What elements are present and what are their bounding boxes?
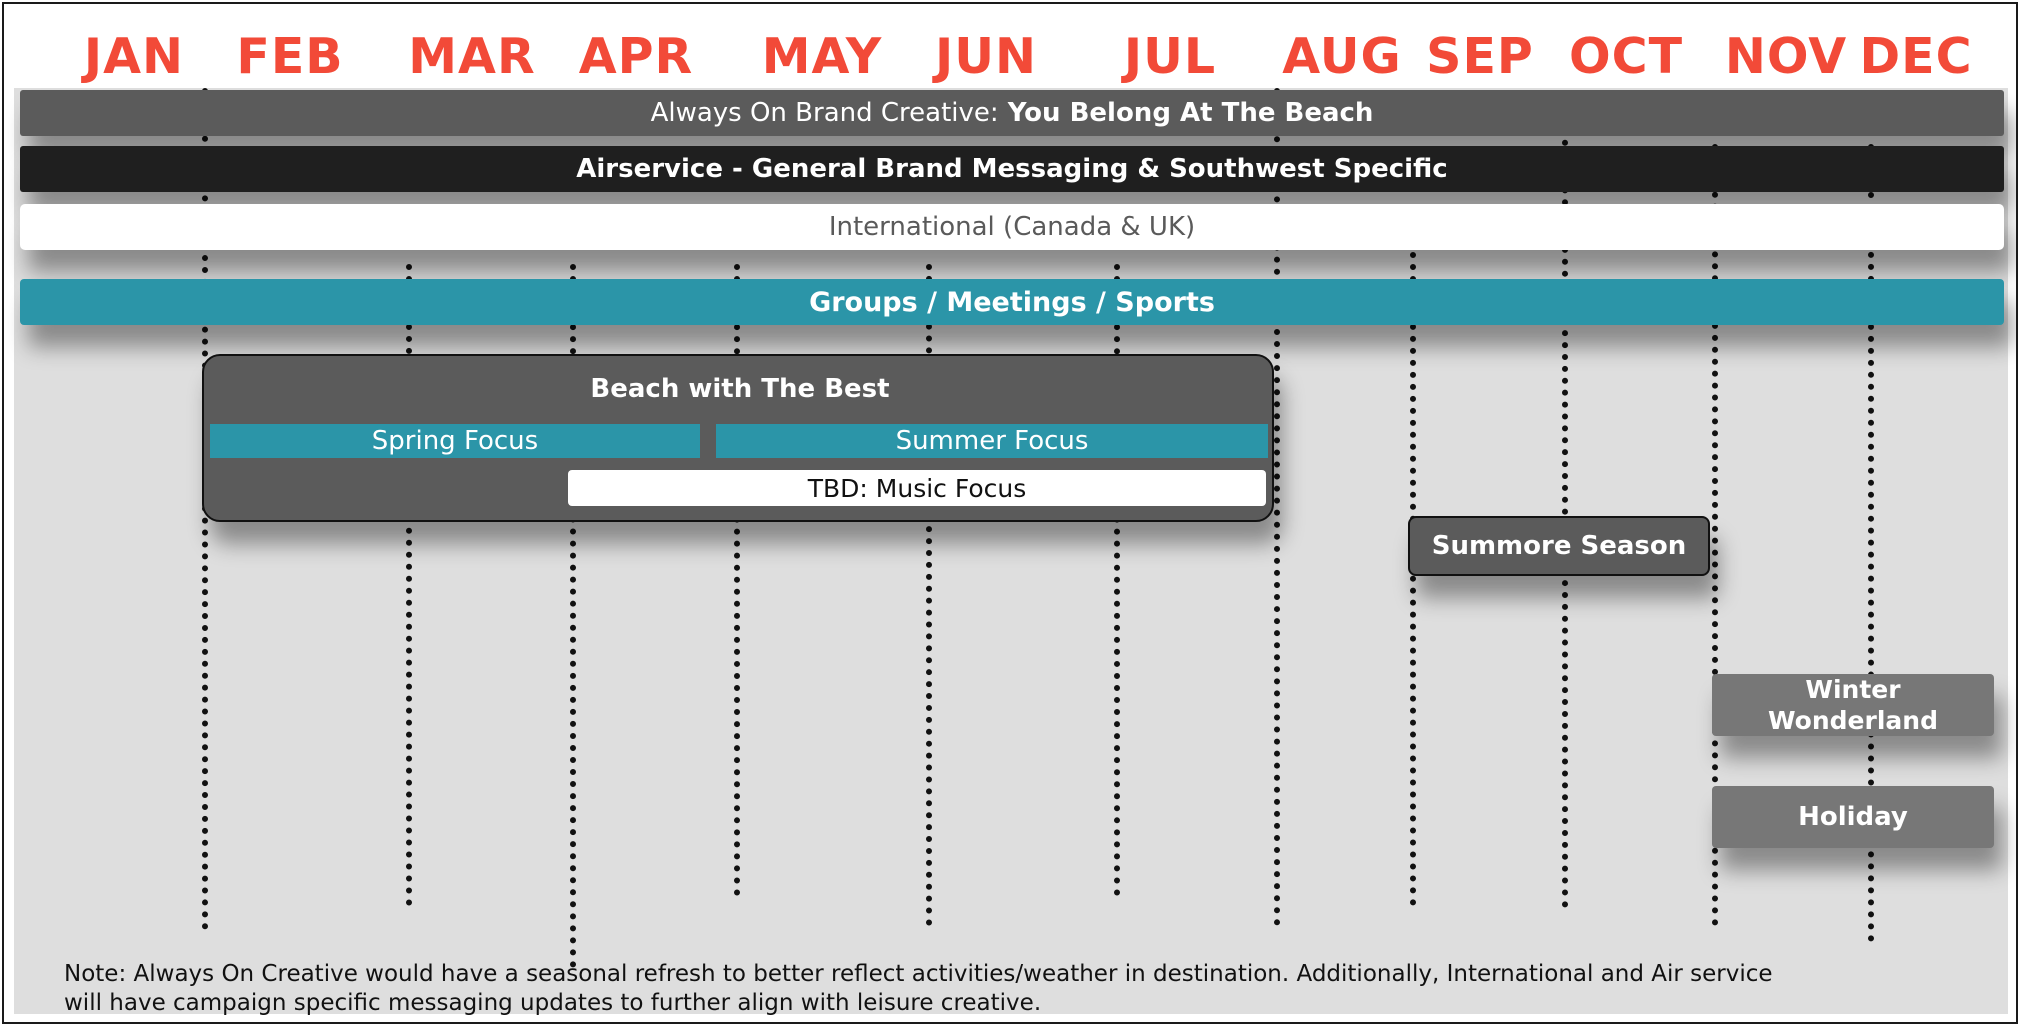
always-on-emphasis: You Belong At The Beach xyxy=(1007,98,1374,128)
month-label-apr: APR xyxy=(578,28,694,85)
month-label-dec: DEC xyxy=(1859,28,1973,85)
beach-with-the-best-title: Beach with The Best xyxy=(590,374,890,404)
international-bar: International (Canada & UK) xyxy=(20,204,2004,250)
month-label-jun: JUN xyxy=(934,28,1038,85)
groups-meetings-sports-bar: Groups / Meetings / Sports xyxy=(20,279,2004,325)
month-label-feb: FEB xyxy=(236,28,344,85)
month-label-aug: AUG xyxy=(1282,28,1402,85)
always-on-brand-bar: Always On Brand Creative: You Belong At … xyxy=(20,90,2004,136)
spring-focus-bar: Spring Focus xyxy=(210,424,700,458)
airservice-bar: Airservice - General Brand Messaging & S… xyxy=(20,146,2004,192)
month-label-jul: JUL xyxy=(1123,28,1217,85)
month-label-sep: SEP xyxy=(1426,28,1534,85)
holiday-box: Holiday xyxy=(1712,786,1994,848)
month-label-mar: MAR xyxy=(408,28,536,85)
always-on-prefix: Always On Brand Creative: xyxy=(650,98,999,128)
summer-focus-bar: Summer Focus xyxy=(716,424,1268,458)
month-label-oct: OCT xyxy=(1568,28,1684,85)
month-label-may: MAY xyxy=(761,28,883,85)
footnote: Note: Always On Creative would have a se… xyxy=(64,961,1773,1016)
winter-wonderland-box: Winter Wonderland xyxy=(1712,674,1994,736)
music-focus-bar: TBD: Music Focus xyxy=(568,470,1266,506)
timeline-frame: JAN FEB MAR APR MAY JUN JUL AUG SEP OCT NOV DEC Alw… xyxy=(2,2,2018,1024)
summore-season-box: Summore Season xyxy=(1408,516,1710,576)
month-label-jan: JAN xyxy=(83,28,185,85)
